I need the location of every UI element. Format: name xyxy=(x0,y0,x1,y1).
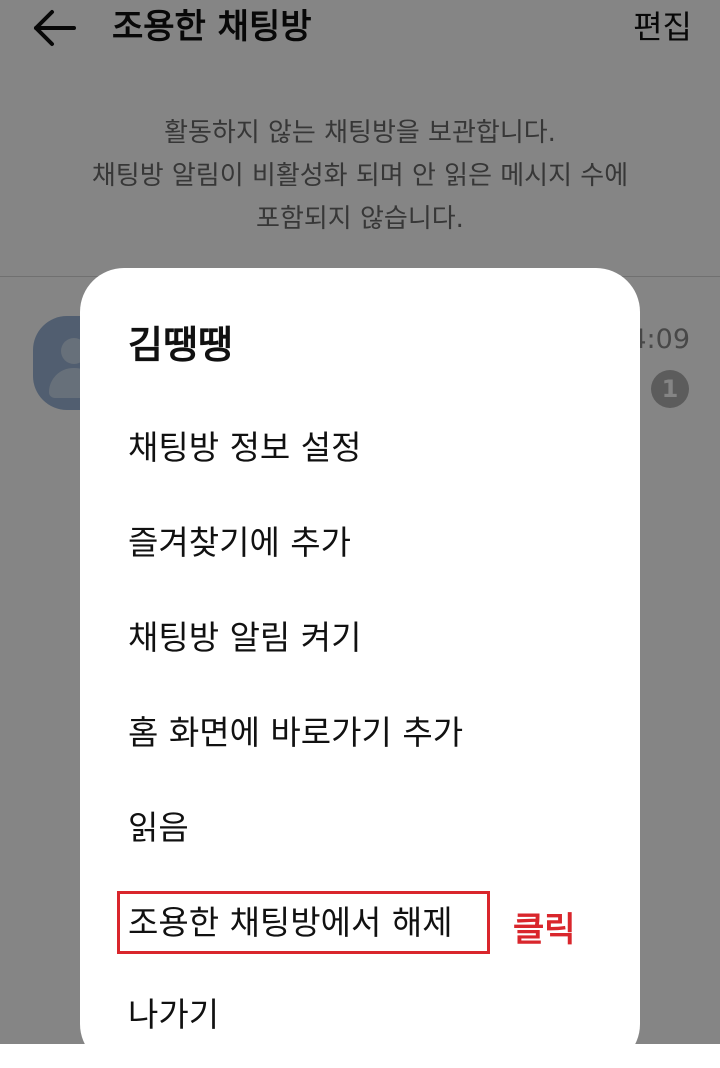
menu-item-add-home-shortcut[interactable]: 홈 화면에 바로가기 추가 xyxy=(128,708,463,758)
click-annotation: 클릭 xyxy=(513,910,576,950)
menu-item-chatroom-settings[interactable]: 채팅방 정보 설정 xyxy=(128,423,362,473)
screen: 조용한 채팅방 편집 활동하지 않는 채팅방을 보관합니다. 채팅방 알림이 비… xyxy=(0,0,720,1068)
menu-item-leave[interactable]: 나가기 xyxy=(128,990,219,1040)
menu-item-mark-read[interactable]: 읽음 xyxy=(128,803,189,853)
menu-item-turn-on-notifications[interactable]: 채팅방 알림 켜기 xyxy=(128,613,362,663)
menu-title: 김땡땡 xyxy=(128,323,233,367)
menu-item-add-favorite[interactable]: 즐겨찾기에 추가 xyxy=(128,518,351,568)
highlight-box xyxy=(117,891,490,954)
